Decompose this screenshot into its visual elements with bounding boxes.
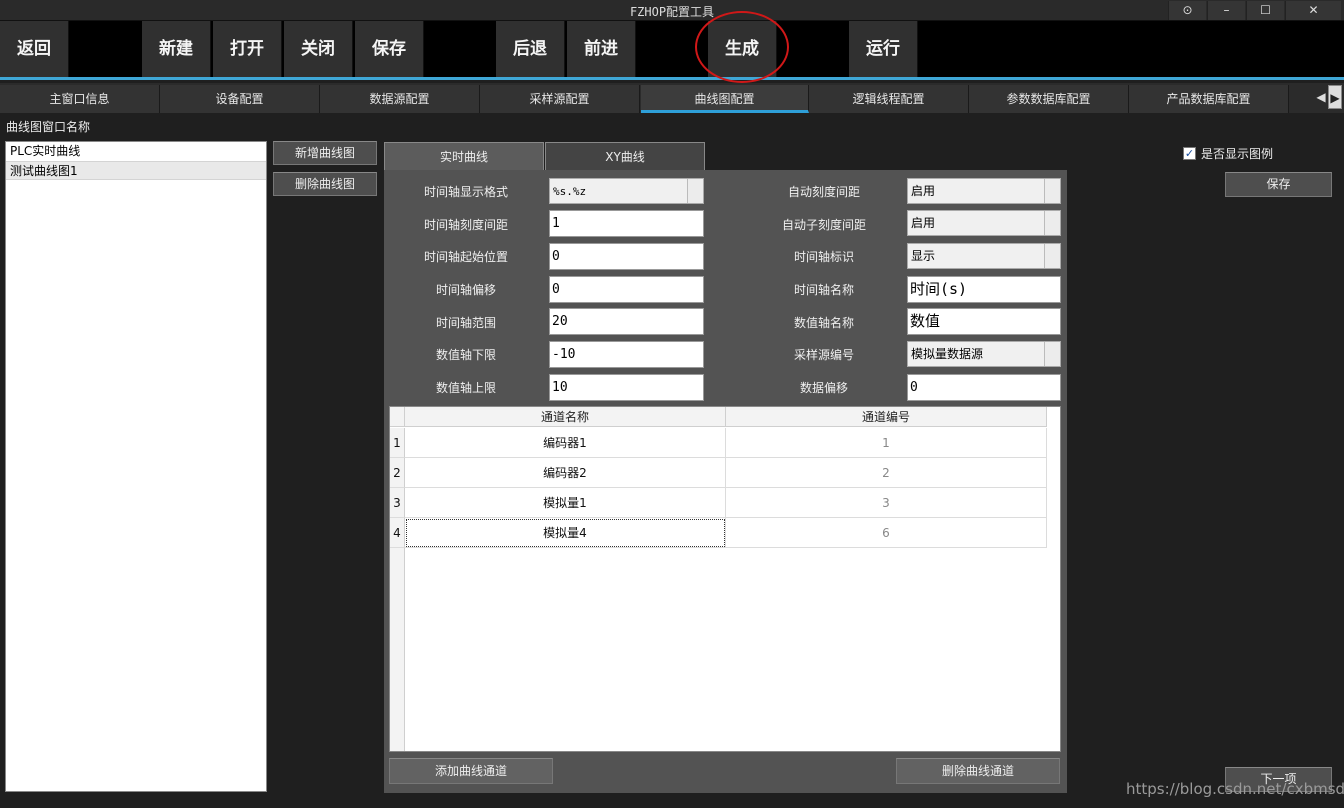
value-name-label: 数值轴名称 xyxy=(793,316,854,330)
time-format-value: %s.%z xyxy=(553,185,587,198)
chevron-down-icon xyxy=(1044,244,1060,268)
maximize-icon[interactable]: ☐ xyxy=(1246,1,1284,20)
column-header-channel-number[interactable]: 通道编号 xyxy=(726,407,1047,427)
title-bar: FZHOP配置工具 ⊙ – ☐ ✕ xyxy=(0,0,1344,21)
chevron-down-icon xyxy=(1044,179,1060,203)
highlight-ellipse xyxy=(695,11,789,83)
add-curve-button[interactable]: 新增曲线图 xyxy=(273,141,377,165)
add-channel-button[interactable]: 添加曲线通道 xyxy=(389,758,553,784)
close-icon[interactable]: ✕ xyxy=(1285,1,1341,20)
run-button[interactable]: 运行 xyxy=(849,21,918,77)
time-start-input[interactable]: 0 xyxy=(549,243,704,270)
tab-product-db-config[interactable]: 产品数据库配置 xyxy=(1129,85,1289,113)
tab-main-window-info[interactable]: 主窗口信息 xyxy=(0,85,160,113)
auto-tick-value: 启用 xyxy=(911,184,936,198)
delete-curve-button[interactable]: 删除曲线图 xyxy=(273,172,377,196)
auto-tick-label: 自动刻度间距 xyxy=(787,185,860,199)
minimize-icon[interactable]: – xyxy=(1207,1,1245,20)
redo-button[interactable]: 前进 xyxy=(567,21,636,77)
row-header[interactable]: 4 xyxy=(390,518,405,548)
watermark: https://blog.csdn.net/cxbmsdn xyxy=(1126,780,1344,798)
tab-sampling-config[interactable]: 采样源配置 xyxy=(480,85,640,113)
table-cell-number[interactable]: 6 xyxy=(726,518,1047,548)
sample-source-label: 采样源编号 xyxy=(793,348,854,362)
data-offset-input[interactable]: 0 xyxy=(907,374,1061,401)
tab-realtime-curve[interactable]: 实时曲线 xyxy=(384,142,544,170)
column-header-channel-name[interactable]: 通道名称 xyxy=(405,407,726,427)
time-name-input[interactable]: 时间(s) xyxy=(907,276,1061,303)
time-marker-value: 显示 xyxy=(911,249,936,263)
table-cell-name[interactable]: 模拟量4 xyxy=(405,518,726,548)
list-item[interactable]: PLC实时曲线 xyxy=(6,142,266,161)
show-legend-checkbox[interactable]: ✓ xyxy=(1183,147,1196,160)
pin-icon[interactable]: ⊙ xyxy=(1168,1,1206,20)
row-header-strip xyxy=(390,548,405,751)
sample-source-value: 模拟量数据源 xyxy=(911,347,984,361)
toolbar-accent-line xyxy=(0,77,1344,80)
time-offset-label: 时间轴偏移 xyxy=(435,283,496,297)
open-button[interactable]: 打开 xyxy=(213,21,282,77)
chevron-down-icon xyxy=(687,179,703,203)
data-offset-label: 数据偏移 xyxy=(799,381,848,395)
row-header[interactable]: 3 xyxy=(390,488,405,518)
show-legend-label: 是否显示图例 xyxy=(1201,147,1274,161)
auto-subtick-value: 启用 xyxy=(911,216,936,230)
time-range-label: 时间轴范围 xyxy=(435,316,496,330)
save-config-button[interactable]: 保存 xyxy=(1225,172,1332,197)
table-corner xyxy=(390,407,405,427)
auto-tick-combo[interactable]: 启用 xyxy=(907,178,1061,204)
list-item[interactable]: 测试曲线图1 xyxy=(6,161,266,180)
value-max-label: 数值轴上限 xyxy=(435,381,496,395)
time-start-label: 时间轴起始位置 xyxy=(423,250,508,264)
tab-scroll-right-icon[interactable]: ▶ xyxy=(1328,85,1342,109)
tab-scroll-left-icon[interactable]: ◀ xyxy=(1314,85,1328,109)
sample-source-combo[interactable]: 模拟量数据源 xyxy=(907,341,1061,367)
auto-subtick-combo[interactable]: 启用 xyxy=(907,210,1061,236)
app-window: FZHOP配置工具 ⊙ – ☐ ✕ 返回 新建 打开 关闭 保存 后退 前进 生… xyxy=(0,0,1344,808)
table-cell-number[interactable]: 3 xyxy=(726,488,1047,518)
row-header[interactable]: 1 xyxy=(390,428,405,458)
tab-curve-config[interactable]: 曲线图配置 xyxy=(641,85,809,113)
table-cell-number[interactable]: 2 xyxy=(726,458,1047,488)
table-cell-number[interactable]: 1 xyxy=(726,428,1047,458)
tab-logic-thread-config[interactable]: 逻辑线程配置 xyxy=(809,85,969,113)
tab-device-config[interactable]: 设备配置 xyxy=(160,85,320,113)
channel-table[interactable]: 通道名称 通道编号 1 编码器1 1 2 编码器2 2 3 模拟量1 3 4 模… xyxy=(389,406,1061,752)
table-cell-name[interactable]: 模拟量1 xyxy=(405,488,726,518)
chevron-down-icon xyxy=(1044,342,1060,366)
close-button[interactable]: 关闭 xyxy=(284,21,353,77)
main-tab-bar: 主窗口信息 设备配置 数据源配置 采样源配置 曲线图配置 逻辑线程配置 参数数据… xyxy=(0,83,1344,113)
value-max-input[interactable]: 10 xyxy=(549,374,704,401)
time-format-label: 时间轴显示格式 xyxy=(423,185,508,199)
value-min-input[interactable]: -10 xyxy=(549,341,704,368)
new-button[interactable]: 新建 xyxy=(142,21,211,77)
time-tick-label: 时间轴刻度间距 xyxy=(423,218,508,232)
undo-button[interactable]: 后退 xyxy=(496,21,565,77)
back-button[interactable]: 返回 xyxy=(0,21,69,77)
curve-window-name-label: 曲线图窗口名称 xyxy=(6,120,91,134)
time-name-label: 时间轴名称 xyxy=(793,283,854,297)
time-offset-input[interactable]: 0 xyxy=(549,276,704,303)
table-cell-name[interactable]: 编码器2 xyxy=(405,458,726,488)
chevron-down-icon xyxy=(1044,211,1060,235)
toolbar: 返回 新建 打开 关闭 保存 后退 前进 生成 运行 xyxy=(0,21,1344,77)
tab-param-db-config[interactable]: 参数数据库配置 xyxy=(969,85,1129,113)
tab-datasource-config[interactable]: 数据源配置 xyxy=(320,85,480,113)
curve-window-list[interactable]: PLC实时曲线 测试曲线图1 xyxy=(5,141,267,792)
value-name-input[interactable]: 数值 xyxy=(907,308,1061,335)
time-marker-combo[interactable]: 显示 xyxy=(907,243,1061,269)
save-button[interactable]: 保存 xyxy=(355,21,424,77)
time-tick-input[interactable]: 1 xyxy=(549,210,704,237)
row-header[interactable]: 2 xyxy=(390,458,405,488)
auto-subtick-label: 自动子刻度间距 xyxy=(781,218,866,232)
delete-channel-button[interactable]: 删除曲线通道 xyxy=(896,758,1060,784)
window-title: FZHOP配置工具 xyxy=(629,5,715,19)
table-cell-name[interactable]: 编码器1 xyxy=(405,428,726,458)
value-min-label: 数值轴下限 xyxy=(435,348,496,362)
time-marker-label: 时间轴标识 xyxy=(793,250,854,264)
time-range-input[interactable]: 20 xyxy=(549,308,704,335)
tab-xy-curve[interactable]: XY曲线 xyxy=(545,142,705,170)
time-format-combo[interactable]: %s.%z xyxy=(549,178,704,204)
